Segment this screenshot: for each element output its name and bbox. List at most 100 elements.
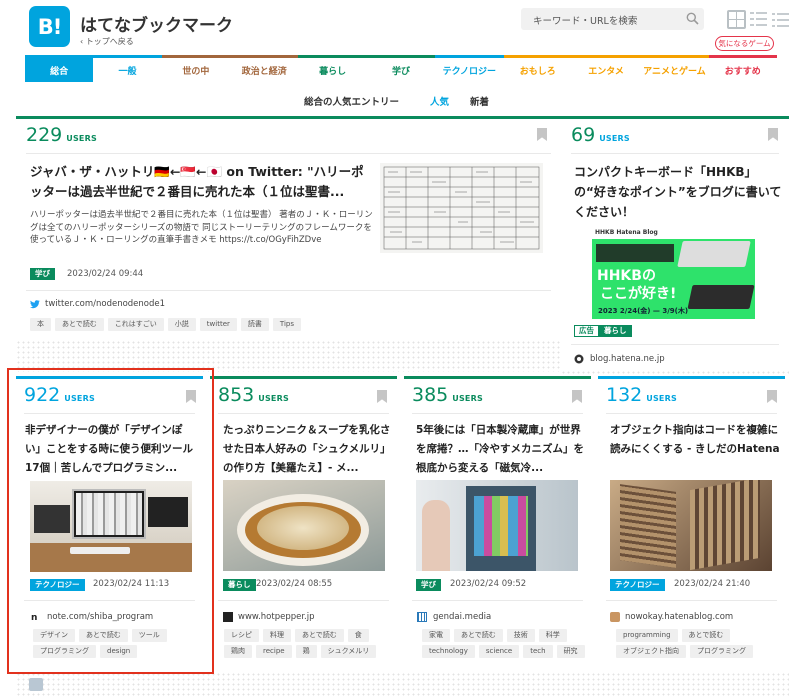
tab-category[interactable]: おもしろ xyxy=(503,55,572,82)
tag[interactable]: twitter xyxy=(199,318,237,331)
tag[interactable]: 読書 xyxy=(240,318,269,331)
card-accent xyxy=(598,376,785,379)
tag[interactable]: 鶏 xyxy=(295,645,317,658)
tag[interactable]: 小説 xyxy=(167,318,196,331)
tag[interactable]: technology xyxy=(422,645,475,658)
bookmark-icon[interactable] xyxy=(537,128,547,141)
tab-category[interactable]: 総合 xyxy=(25,55,94,82)
tag-list: 本あとで読む これはすごい 小説 twitter 読書 Tips xyxy=(30,318,550,331)
entry-title[interactable]: オブジェクト指向はコードを複雑に読みにくくする - きしだのHatena xyxy=(610,421,782,478)
bookmark-icon[interactable] xyxy=(768,128,778,141)
tag[interactable]: 本 xyxy=(30,318,51,331)
entry-thumbnail[interactable] xyxy=(610,480,772,571)
bookmark-icon[interactable] xyxy=(572,390,582,403)
category-badge[interactable]: テクノロジー xyxy=(610,579,665,591)
tab-category[interactable]: 一般 xyxy=(93,55,162,82)
users-count[interactable]: 69 USERS xyxy=(571,124,630,146)
divider xyxy=(26,290,551,291)
twitter-icon xyxy=(30,300,40,309)
card-accent xyxy=(210,376,397,379)
entry-date: 2023/02/24 21:40 xyxy=(674,579,751,589)
category-badge[interactable]: 暮らし xyxy=(223,579,256,591)
users-count[interactable]: 132 USERS xyxy=(606,384,677,406)
entry-domain[interactable]: blog.hatena.ne.jp xyxy=(590,354,665,364)
tab-category[interactable]: おすすめ xyxy=(708,55,777,82)
entry-domain[interactable]: twitter.com/nodenodenode1 xyxy=(45,299,165,309)
entry-card[interactable]: 229 USERS ジャバ・ザ・ハットリ🇩🇪←🇸🇬←🇯🇵 on Twitter: … xyxy=(16,116,561,340)
tag[interactable]: 鶏肉 xyxy=(224,645,252,658)
tag[interactable]: シュクメルリ xyxy=(320,645,377,658)
entry-thumbnail[interactable] xyxy=(223,480,385,571)
tab-new[interactable]: 新着 xyxy=(470,94,489,108)
tag[interactable]: あとで読む xyxy=(681,629,731,642)
search-input[interactable]: キーワード・URLを検索 xyxy=(521,8,704,30)
entry-domain[interactable]: www.hotpepper.jp xyxy=(238,612,315,622)
tag[interactable]: プログラミング xyxy=(690,645,753,658)
divider xyxy=(218,413,389,414)
tag-list: programming あとで読むオブジェクト指向 プログラミング xyxy=(616,629,781,658)
category-badge[interactable]: 学び xyxy=(416,579,441,591)
tab-category[interactable]: 学び xyxy=(366,55,436,82)
bookmark-icon[interactable] xyxy=(767,390,777,403)
grid-view-icon[interactable] xyxy=(727,10,746,29)
tag[interactable]: Tips xyxy=(272,318,301,331)
hatena-bookmark-logo[interactable]: B! xyxy=(29,6,70,47)
divider xyxy=(218,600,389,601)
entry-card[interactable]: 385 USERS 5年後には「日本製冷蔵庫」が世界を席捲？…「冷やすメカニズム」… xyxy=(404,376,591,672)
entry-card[interactable]: 69 USERS コンパクトキーボード「HHKB」の“好きなポイント”をブログに書… xyxy=(561,116,789,370)
tag[interactable]: tech xyxy=(523,645,553,658)
tag-list: 家電 あとで読む 技術 科学 technology science tech 研究 xyxy=(422,629,587,658)
divider xyxy=(412,413,583,414)
tag[interactable]: レシピ xyxy=(224,629,259,642)
entry-thumbnail[interactable] xyxy=(416,480,578,571)
entry-title[interactable]: コンパクトキーボード「HHKB」の“好きなポイント”をブログに書いてください！ xyxy=(574,162,782,222)
tag[interactable]: programming xyxy=(616,629,678,642)
tag[interactable]: 科学 xyxy=(538,629,567,642)
entry-domain[interactable]: gendai.media xyxy=(433,612,491,622)
avatar[interactable] xyxy=(29,678,43,691)
tab-popular[interactable]: 人気 xyxy=(430,94,449,108)
users-count[interactable]: 853 USERS xyxy=(218,384,289,406)
category-badge[interactable]: 学び xyxy=(30,268,55,280)
tab-category[interactable]: アニメとゲーム xyxy=(640,55,709,82)
card-accent xyxy=(16,116,561,119)
tab-category[interactable]: エンタメ xyxy=(571,55,641,82)
users-count[interactable]: 385 USERS xyxy=(412,384,483,406)
tag[interactable]: recipe xyxy=(256,645,292,658)
tag[interactable]: オブジェクト指向 xyxy=(616,645,686,658)
entry-domain[interactable]: nowokay.hatenablog.com xyxy=(625,612,733,622)
users-count[interactable]: 229 USERS xyxy=(26,124,97,146)
tab-category[interactable]: テクノロジー xyxy=(435,55,504,82)
tag[interactable]: science xyxy=(478,645,520,658)
list-view-icon[interactable] xyxy=(772,10,789,29)
category-badge[interactable]: 暮らし xyxy=(599,325,632,337)
tag[interactable]: 研究 xyxy=(556,645,585,658)
entry-title[interactable]: 5年後には「日本製冷蔵庫」が世界を席捲？…「冷やすメカニズム」を根底から変える「… xyxy=(416,421,588,478)
tag[interactable]: あとで読む xyxy=(454,629,503,642)
entry-card[interactable]: 853 USERS たっぷりニンニク＆スープを乳化させた日本人好みの「シュクメルリ… xyxy=(210,376,397,672)
entry-title[interactable]: ジャバ・ザ・ハットリ🇩🇪←🇸🇬←🇯🇵 on Twitter: "ハリーポッターは… xyxy=(30,162,365,202)
tag[interactable]: あとで読む xyxy=(295,629,344,642)
entry-card[interactable]: 132 USERS オブジェクト指向はコードを複雑に読みにくくする - きしだのH… xyxy=(598,376,785,672)
tag-list: レシピ 料理 あとで読む食鶏肉 recipe 鶏シュクメルリ xyxy=(224,629,394,658)
search-icon[interactable] xyxy=(686,12,699,25)
bookmark-icon[interactable] xyxy=(377,390,387,403)
tag[interactable]: 食 xyxy=(347,629,369,642)
tag[interactable]: 家電 xyxy=(422,629,450,642)
back-to-top-link[interactable]: ‹ トップへ戻る xyxy=(80,36,134,47)
entry-date: 2023/02/24 08:55 xyxy=(256,579,333,589)
entry-title[interactable]: たっぷりニンニク＆スープを乳化させた日本人好みの「シュクメルリ」の作り方【美羅た… xyxy=(223,421,395,478)
tag[interactable]: 技術 xyxy=(506,629,535,642)
compact-view-icon[interactable] xyxy=(750,10,767,29)
tag[interactable]: 料理 xyxy=(263,629,291,642)
tab-category[interactable]: 暮らし xyxy=(298,55,367,82)
entry-thumbnail[interactable]: HHKB Hatena Blog HHKBの ここが好き! 2023 2/24(… xyxy=(592,227,755,319)
entry-thumbnail[interactable] xyxy=(380,163,543,253)
favorite-game-button[interactable]: 気になるゲーム xyxy=(715,36,774,51)
brand-title[interactable]: はてなブックマーク xyxy=(80,11,233,36)
tag[interactable]: あとで読む xyxy=(55,318,104,331)
tag[interactable]: これはすごい xyxy=(107,318,164,331)
divider xyxy=(606,600,777,601)
tab-category[interactable]: 政治と経済 xyxy=(230,55,299,82)
tab-category[interactable]: 世の中 xyxy=(161,55,231,82)
